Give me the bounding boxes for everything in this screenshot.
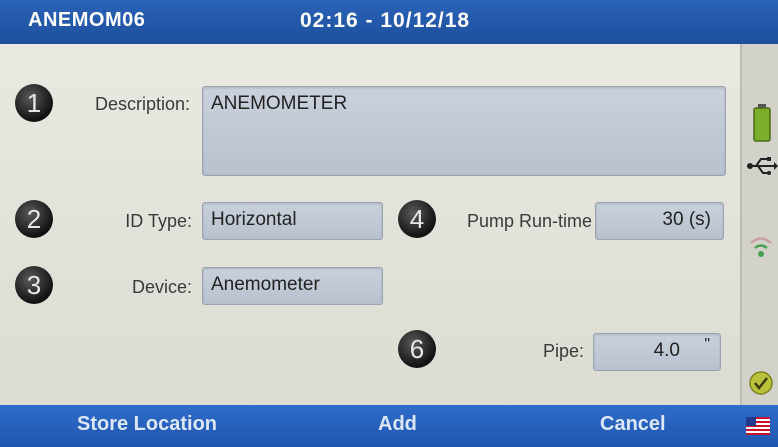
description-field[interactable]: ANEMOMETER: [202, 86, 726, 176]
step-4-badge: 4: [398, 200, 436, 238]
header-bar: ANEMOM06 02:16 - 10/12/18: [0, 0, 778, 44]
pipe-label: Pipe:: [542, 341, 584, 361]
form-panel: 1 Description: ANEMOMETER 2 ID Type: Hor…: [0, 44, 740, 405]
step-6-badge: 6: [398, 330, 436, 368]
device-field[interactable]: Anemometer: [202, 267, 383, 305]
pump-runtime-label: Pump Run-time: [466, 211, 592, 231]
check-icon: [749, 371, 773, 395]
status-sidebar: [740, 44, 778, 405]
datetime: 02:16 - 10/12/18: [300, 9, 471, 32]
step-3-badge: 3: [15, 266, 53, 304]
step-1-badge: 1: [15, 84, 53, 122]
step-2-badge: 2: [15, 200, 53, 238]
usb-icon: [747, 157, 778, 175]
battery-icon: [753, 104, 771, 142]
pipe-field[interactable]: 4.0 ": [593, 333, 721, 371]
pipe-value: 4.0: [653, 340, 680, 361]
footer-bar: Store Location Add Cancel: [0, 405, 778, 447]
description-label: Description:: [94, 94, 190, 114]
file-title: ANEMOM06: [28, 9, 146, 31]
id-type-field[interactable]: Horizontal: [202, 202, 383, 240]
pipe-unit: ": [704, 336, 710, 353]
us-flag-icon[interactable]: [746, 417, 770, 435]
store-location-button[interactable]: Store Location: [77, 413, 217, 436]
id-type-label: ID Type:: [125, 211, 192, 231]
device-label: Device:: [131, 277, 192, 297]
pump-runtime-field[interactable]: 30 (s): [595, 202, 724, 240]
wifi-icon: [750, 237, 772, 257]
add-button[interactable]: Add: [378, 413, 417, 436]
cancel-button[interactable]: Cancel: [600, 413, 666, 436]
